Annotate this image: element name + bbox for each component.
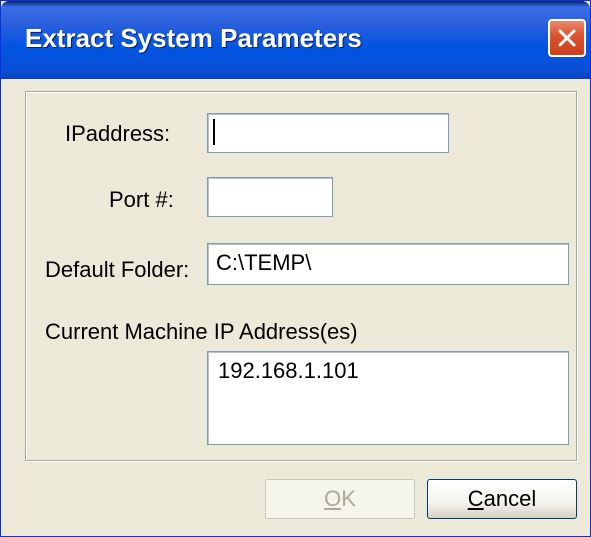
ok-button[interactable]: OK [265, 479, 415, 519]
machine-ip-label: Current Machine IP Address(es) [45, 319, 358, 344]
ip-address-label: IPaddress: [65, 121, 171, 146]
text-cursor [213, 119, 215, 145]
port-label: Port #: [109, 187, 174, 212]
ip-address-input[interactable] [207, 113, 449, 153]
ok-mnemonic: O [324, 486, 342, 511]
dialog-window: Extract System Parameters IPaddress: Por… [0, 0, 591, 537]
title-bar[interactable]: Extract System Parameters [1, 1, 590, 79]
default-folder-input[interactable]: C:\TEMP\ [207, 243, 569, 285]
cancel-mnemonic: C [467, 486, 484, 511]
default-folder-label: Default Folder: [45, 257, 190, 282]
close-icon [558, 29, 576, 47]
port-input[interactable] [207, 177, 333, 217]
machine-ip-list[interactable]: 192.168.1.101 [207, 351, 569, 445]
window-title: Extract System Parameters [25, 23, 362, 53]
close-button[interactable] [548, 19, 586, 57]
ok-label-rest: K [341, 486, 356, 511]
cancel-label-rest: ancel [483, 486, 537, 511]
cancel-button[interactable]: Cancel [427, 479, 577, 519]
